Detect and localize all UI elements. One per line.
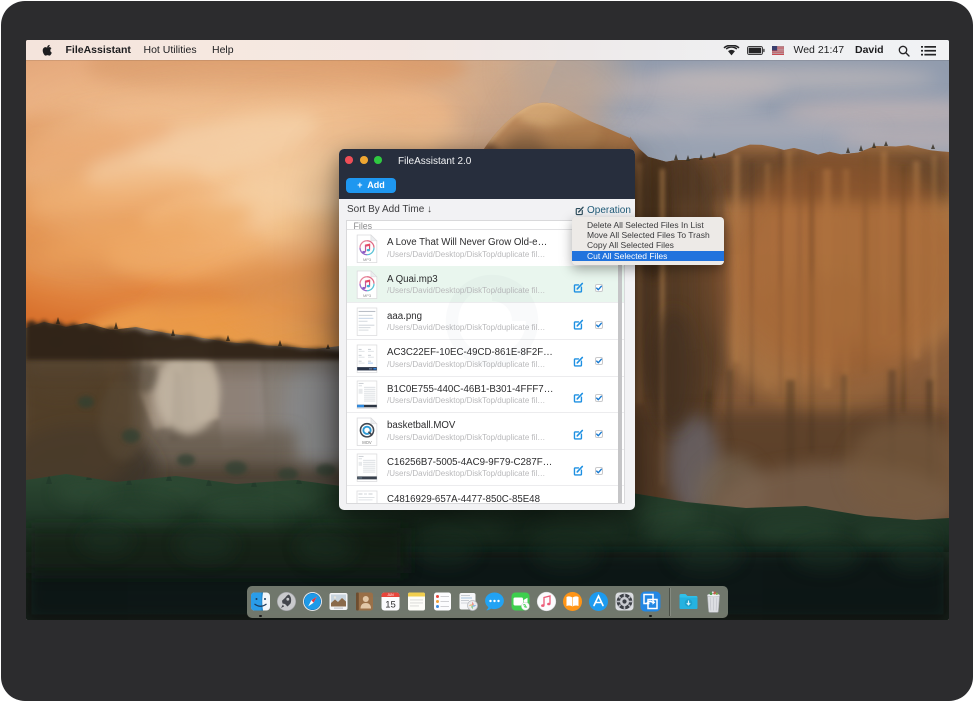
svg-text:MP3: MP3 — [363, 257, 372, 262]
svg-text:JUN: JUN — [387, 593, 394, 597]
svg-text:15: 15 — [385, 600, 396, 611]
svg-text:MOV: MOV — [362, 440, 372, 445]
svg-text:MP3: MP3 — [363, 293, 372, 298]
